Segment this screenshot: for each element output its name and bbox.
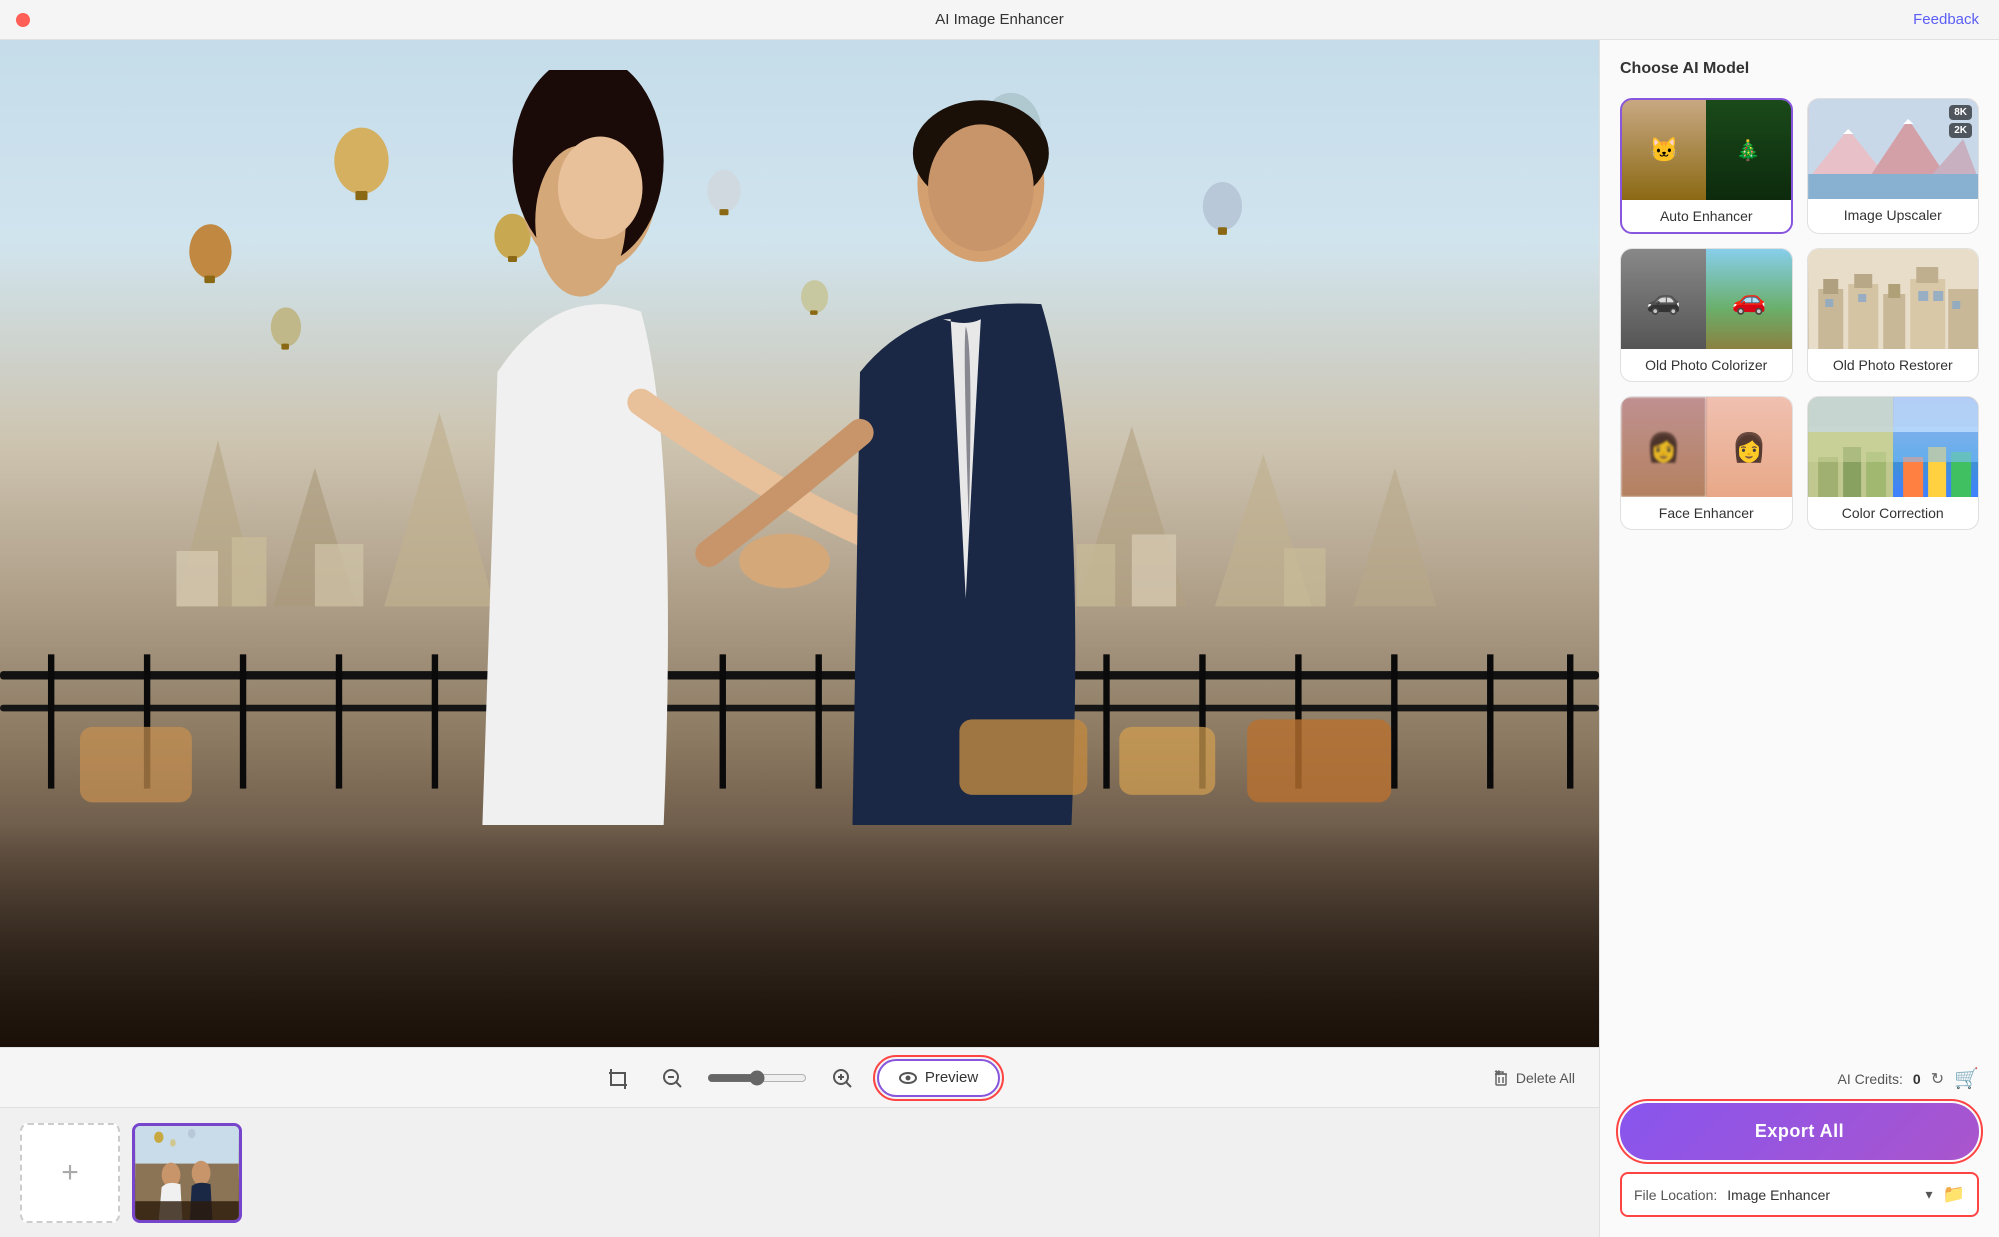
eye-icon (899, 1069, 917, 1087)
crop-tool-button[interactable] (599, 1059, 637, 1097)
restorer-svg (1808, 249, 1979, 349)
left-panel: Preview ✕ Delete All + (0, 40, 1599, 1237)
chevron-down-icon: ▾ (1926, 1186, 1933, 1203)
color-correction-label: Color Correction (1808, 497, 1979, 529)
scene-wrapper (0, 40, 1599, 1047)
thumbnail-svg (135, 1126, 239, 1220)
credits-label: AI Credits: (1838, 1071, 1903, 1087)
export-all-button[interactable]: Export All (1620, 1103, 1979, 1160)
preview-button[interactable]: Preview (877, 1059, 1000, 1097)
old-photo-restorer-label: Old Photo Restorer (1808, 349, 1979, 381)
upscale-8k-badge: 8K (1949, 105, 1972, 120)
delete-all-button[interactable]: ✕ Delete All (1492, 1069, 1575, 1087)
auto-enhancer-image: 🐱 🎄 (1622, 100, 1791, 200)
cart-button[interactable]: 🛒 (1954, 1066, 1979, 1091)
upscale-2k-badge: 2K (1949, 123, 1972, 138)
file-location-label: File Location: (1634, 1187, 1717, 1203)
image-viewport (0, 40, 1599, 1047)
bottom-area: AI Credits: 0 ↻ 🛒 Export All File Locati… (1620, 1066, 1979, 1217)
cc-right-svg (1893, 397, 1978, 497)
choose-model-title: Choose AI Model (1620, 60, 1979, 78)
trash-icon: ✕ (1492, 1069, 1510, 1087)
file-location-select[interactable]: Image Enhancer Desktop Documents Custom.… (1727, 1187, 1915, 1203)
thumbnail-item[interactable] (132, 1123, 242, 1223)
titlebar: AI Image Enhancer Feedback (0, 0, 1999, 40)
auto-enhancer-label: Auto Enhancer (1622, 200, 1791, 232)
model-card-color-correction[interactable]: Color Correction (1807, 396, 1980, 530)
old-photo-restorer-image (1808, 249, 1979, 349)
cc-left-svg (1808, 397, 1893, 497)
model-card-old-photo-restorer[interactable]: Old Photo Restorer (1807, 248, 1980, 382)
image-toolbar: Preview ✕ Delete All (0, 1047, 1599, 1107)
zoom-slider-container (707, 1070, 807, 1086)
model-card-old-photo-colorizer[interactable]: 🚗 🚗 Old Photo Colorizer (1620, 248, 1793, 382)
face-enhancer-image: 👩 👩 (1621, 397, 1792, 497)
thumbnail-strip: + (0, 1107, 1599, 1237)
thumbnail-scene (135, 1126, 239, 1220)
color-correction-image (1808, 397, 1979, 497)
app-title: AI Image Enhancer (935, 11, 1063, 28)
image-upscaler-label: Image Upscaler (1808, 199, 1979, 231)
traffic-light-close[interactable] (16, 13, 30, 27)
model-card-face-enhancer[interactable]: 👩 👩 Face Enhancer (1620, 396, 1793, 530)
zoom-out-button[interactable] (653, 1059, 691, 1097)
zoom-in-button[interactable] (823, 1059, 861, 1097)
file-location-row: File Location: Image Enhancer Desktop Do… (1620, 1172, 1979, 1217)
zoom-slider[interactable] (707, 1070, 807, 1086)
foreground-dark (0, 825, 1599, 1047)
credits-value: 0 (1913, 1071, 1921, 1087)
model-card-image-upscaler[interactable]: 8K 2K Image Upscaler (1807, 98, 1980, 234)
feedback-link[interactable]: Feedback (1913, 11, 1979, 28)
model-card-auto-enhancer[interactable]: 🐱 🎄 Auto Enhancer (1620, 98, 1793, 234)
folder-icon[interactable]: 📁 (1943, 1184, 1965, 1205)
old-photo-colorizer-label: Old Photo Colorizer (1621, 349, 1792, 381)
svg-text:✕: ✕ (1495, 1071, 1500, 1077)
image-upscaler-image: 8K 2K (1808, 99, 1979, 199)
face-enhancer-label: Face Enhancer (1621, 497, 1792, 529)
credits-row: AI Credits: 0 ↻ 🛒 (1620, 1066, 1979, 1091)
add-image-button[interactable]: + (20, 1123, 120, 1223)
refresh-credits-button[interactable]: ↻ (1931, 1069, 1944, 1089)
right-panel: Choose AI Model 🐱 🎄 Auto Enhancer (1599, 40, 1999, 1237)
model-grid: 🐱 🎄 Auto Enhancer (1620, 98, 1979, 530)
main-content: Preview ✕ Delete All + (0, 40, 1999, 1237)
old-photo-colorizer-image: 🚗 🚗 (1621, 249, 1792, 349)
